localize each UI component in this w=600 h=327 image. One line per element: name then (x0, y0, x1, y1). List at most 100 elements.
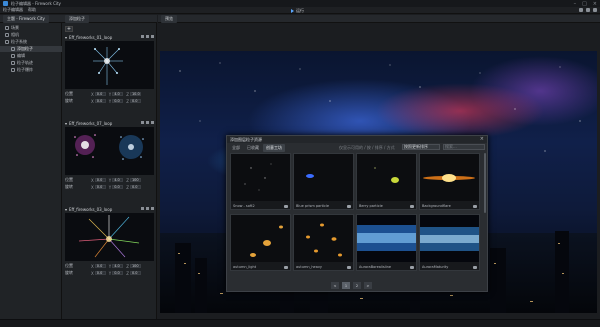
chevron-down-icon[interactable]: ▾ (65, 121, 67, 126)
delete-icon[interactable] (146, 207, 149, 210)
asset-card[interactable]: Berry particle (356, 153, 417, 210)
add-particle-dialog: 添加图层粒子资源 × 全部 已收藏 创意工坊 仅显示可用的 / 按 / 排序 /… (226, 135, 488, 292)
rot-z-input[interactable]: 0.0 (129, 185, 141, 189)
pos-z-input[interactable]: 100 (129, 178, 141, 182)
emitter-preview (65, 213, 154, 261)
tab-scene[interactable]: 主题 - Firework City (3, 14, 49, 23)
tree-item-label: 粒子爆炸 (17, 67, 33, 72)
pos-z-input[interactable]: 10.0 (129, 92, 141, 96)
rot-y-input[interactable]: 0.0 (112, 185, 124, 189)
settings-icon[interactable] (593, 8, 597, 12)
delete-icon[interactable] (146, 121, 149, 124)
emitter-name[interactable]: ▾ Eff_fireworks_01_loop (65, 35, 112, 40)
rot-x-input[interactable]: 0.0 (94, 99, 106, 103)
download-icon[interactable] (284, 205, 288, 208)
asset-label: Berry particle (359, 204, 383, 208)
tree-item-scene[interactable]: 场景 (0, 25, 62, 31)
page-next-button[interactable]: > (364, 282, 372, 289)
asset-thumbnail (231, 215, 290, 262)
download-icon[interactable] (410, 205, 414, 208)
asset-label: AuroraBorealisline (359, 265, 391, 269)
tab-all[interactable]: 全部 (229, 144, 243, 152)
download-icon[interactable] (347, 205, 351, 208)
close-icon[interactable]: × (593, 1, 597, 7)
link-icon[interactable] (141, 121, 144, 124)
emitter-panel: 添加粒子 + ▾ Eff_fireworks_01_loop 位置 X 0.0 … (62, 14, 157, 319)
emitter-name[interactable]: ▾ Eff_fireworks_07_loop (65, 121, 112, 126)
rotation-row: 旋转 X 0.0 Y 0.0 Z 0.0 (65, 98, 154, 104)
run-button[interactable]: 运行 (291, 8, 304, 14)
asset-card[interactable]: Blue prism particle (293, 153, 354, 210)
visibility-icon[interactable] (151, 121, 154, 124)
pos-y-input[interactable]: 4.0 (112, 92, 124, 96)
pos-x-input[interactable]: 0.0 (94, 264, 106, 268)
page-prev-button[interactable]: < (331, 282, 339, 289)
asset-card[interactable]: Snow - soft2 (230, 153, 291, 210)
dialog-scrollbar[interactable] (484, 153, 486, 213)
rot-z-input[interactable]: 0.0 (129, 99, 141, 103)
rotation-row: 旋转 X 0.0 Y 0.0 Z 0.0 (65, 184, 154, 190)
tree-item-add-particle[interactable]: 添加粒子 (0, 46, 62, 52)
tab-add-particle[interactable]: 添加粒子 (65, 14, 89, 23)
tree-item-label: 粒子系统 (11, 39, 27, 44)
asset-card[interactable]: autumn_heavy (293, 214, 354, 271)
tab-preview[interactable]: 预览 (161, 14, 177, 23)
delete-icon[interactable] (146, 35, 149, 38)
sort-select[interactable]: 按照更新排序 (402, 144, 440, 150)
emitter-controls (141, 121, 154, 124)
tree-item-particle-trail[interactable]: 粒子轨迹 (0, 60, 62, 66)
asset-card[interactable]: autumn_light (230, 214, 291, 271)
emitter-controls (141, 35, 154, 38)
rot-x-input[interactable]: 0.0 (94, 271, 106, 275)
asset-card[interactable]: AuroraBorealisline (356, 214, 417, 271)
download-icon[interactable] (410, 266, 414, 269)
rot-x-input[interactable]: 0.0 (94, 185, 106, 189)
export-icon[interactable] (586, 8, 590, 12)
tree-item-particle-system[interactable]: 粒子系统 (0, 39, 62, 45)
pos-y-input[interactable]: 4.0 (112, 178, 124, 182)
page-2-button[interactable]: 2 (353, 282, 361, 289)
visibility-icon[interactable] (151, 207, 154, 210)
chevron-down-icon[interactable]: ▾ (65, 207, 67, 212)
dialog-title: 添加图层粒子资源 (227, 136, 487, 143)
rot-y-input[interactable]: 0.0 (112, 271, 124, 275)
chevron-down-icon[interactable]: ▾ (65, 35, 67, 40)
asset-label: Backgroundflare (422, 204, 451, 208)
asset-card[interactable]: AuroraMaturity (419, 214, 480, 271)
search-input[interactable]: 搜索... (443, 144, 485, 150)
download-icon[interactable] (473, 266, 477, 269)
close-icon[interactable]: × (480, 136, 484, 142)
emitter-name[interactable]: ▾ Eff_fireworks_03_loop (65, 207, 112, 212)
menu-item-help[interactable]: 帮助 (28, 7, 36, 13)
maximize-icon[interactable]: □ (582, 1, 587, 7)
rot-z-input[interactable]: 0.0 (129, 271, 141, 275)
pos-z-input[interactable]: 100 (129, 264, 141, 268)
asset-card[interactable]: Backgroundflare (419, 153, 480, 210)
rot-y-input[interactable]: 0.0 (112, 99, 124, 103)
link-icon[interactable] (141, 207, 144, 210)
tab-favorites[interactable]: 已收藏 (244, 144, 262, 152)
visibility-icon[interactable] (151, 35, 154, 38)
pos-x-input[interactable]: 0.0 (94, 178, 106, 182)
tree-item-label: 场景 (11, 25, 19, 30)
tree-item-camera[interactable]: 相机 (0, 32, 62, 38)
minimize-icon[interactable]: – (574, 1, 577, 7)
camera-icon (5, 33, 9, 37)
download-icon[interactable] (473, 205, 477, 208)
save-icon[interactable] (579, 8, 583, 12)
tree-item-label: 编辑 (17, 53, 25, 58)
tree-item-edit[interactable]: 编辑 (0, 53, 62, 59)
tree-item-particle-burst[interactable]: 粒子爆炸 (0, 67, 62, 73)
link-icon[interactable] (141, 35, 144, 38)
page-1-button[interactable]: 1 (342, 282, 350, 289)
add-emitter-button[interactable]: + (65, 26, 73, 32)
tab-workshop[interactable]: 创意工坊 (263, 144, 285, 152)
particle-system-icon (5, 40, 9, 44)
pos-y-input[interactable]: 4.0 (112, 264, 124, 268)
asset-label: AuroraMaturity (422, 265, 449, 269)
download-icon[interactable] (347, 266, 351, 269)
download-icon[interactable] (284, 266, 288, 269)
title-bar: 粒子编辑器 - Firework City – □ × (0, 0, 600, 7)
pos-x-input[interactable]: 0.0 (94, 92, 106, 96)
menu-item-editor[interactable]: 粒子编辑器 (3, 7, 23, 13)
